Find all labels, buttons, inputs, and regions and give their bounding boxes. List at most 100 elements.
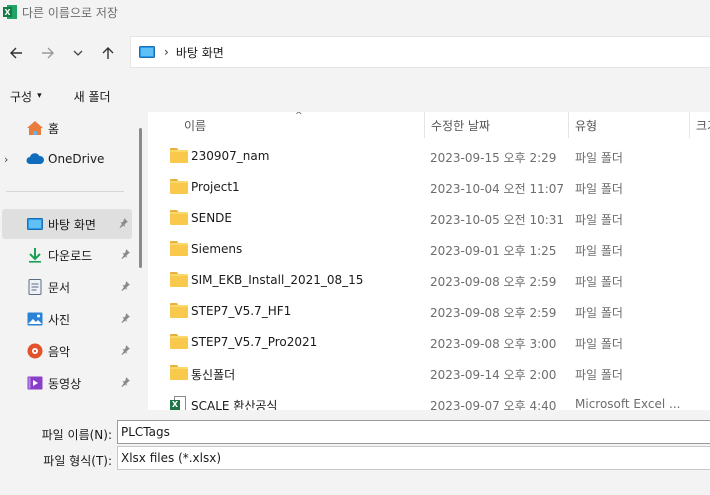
pin-icon bbox=[120, 376, 130, 390]
file-row[interactable]: SENDE 2023-10-05 오전 10:31 파일 폴더 bbox=[148, 203, 710, 234]
back-button[interactable] bbox=[0, 37, 32, 69]
file-row[interactable]: Project1 2023-10-04 오전 11:07 파일 폴더 bbox=[148, 172, 710, 203]
file-date: 2023-09-07 오후 4:40 bbox=[430, 399, 557, 410]
filename-value: PLCTags bbox=[121, 425, 170, 439]
folder-icon bbox=[170, 179, 188, 195]
sidebar-item-videos[interactable]: 동영상 bbox=[0, 368, 134, 398]
sidebar-item-pictures[interactable]: 사진 bbox=[0, 304, 134, 334]
sidebar-item-label: OneDrive bbox=[48, 152, 105, 166]
organize-button[interactable]: 구성 ▾ bbox=[0, 82, 52, 110]
file-type: 파일 폴더 bbox=[575, 182, 623, 196]
pin-icon bbox=[120, 280, 130, 294]
filetype-select[interactable]: Xlsx files (*.xlsx) bbox=[117, 446, 710, 470]
file-row[interactable]: Siemens 2023-09-01 오후 1:25 파일 폴더 bbox=[148, 234, 710, 265]
recent-locations-button[interactable] bbox=[66, 37, 90, 69]
file-name: SIM_EKB_Install_2021_08_15 bbox=[191, 273, 364, 287]
file-row[interactable]: STEP7_V5.7_HF1 2023-09-08 오후 2:59 파일 폴더 bbox=[148, 296, 710, 327]
pin-icon bbox=[120, 248, 130, 262]
file-date: 2023-09-08 오후 2:59 bbox=[430, 306, 557, 320]
sidebar-item-documents[interactable]: 문서 bbox=[0, 272, 134, 302]
filename-label: 파일 이름(N): bbox=[41, 428, 112, 442]
file-type: 파일 폴더 bbox=[575, 244, 623, 258]
folder-icon bbox=[170, 303, 188, 319]
file-name: SCALE 환산공식 bbox=[191, 399, 278, 410]
folder-icon bbox=[170, 241, 188, 257]
file-type: 파일 폴더 bbox=[575, 151, 623, 165]
file-date: 2023-09-14 오후 2:00 bbox=[430, 368, 557, 382]
pin-icon bbox=[120, 312, 130, 326]
sidebar-item-desktop[interactable]: 바탕 화면 bbox=[2, 209, 132, 239]
column-header-date[interactable]: 수정한 날짜 bbox=[425, 112, 568, 138]
title-bar: X 다른 이름으로 저장 bbox=[0, 0, 710, 24]
breadcrumb-desktop[interactable]: 바탕 화면 bbox=[176, 44, 224, 61]
file-name: STEP7_V5.7_Pro2021 bbox=[191, 335, 318, 349]
file-date: 2023-09-01 오후 1:25 bbox=[430, 244, 557, 258]
file-list: ^ 이름 수정한 날짜 유형 크기 230907_nam 2023-09-15 … bbox=[148, 112, 710, 410]
column-header-label: 이름 bbox=[184, 118, 207, 133]
sidebar-item-label: 다운로드 bbox=[48, 248, 93, 263]
file-date: 2023-09-08 오후 3:00 bbox=[430, 337, 557, 351]
pictures-icon bbox=[26, 310, 44, 328]
file-name: 230907_nam bbox=[191, 149, 270, 163]
column-header-size[interactable]: 크기 bbox=[690, 112, 710, 138]
sidebar-item-downloads[interactable]: 다운로드 bbox=[0, 240, 134, 270]
folder-icon bbox=[170, 210, 188, 226]
sidebar-scrollbar[interactable] bbox=[139, 128, 142, 268]
sidebar-item-label: 사진 bbox=[48, 312, 71, 327]
file-type: Microsoft Excel ... bbox=[575, 397, 681, 410]
column-header-label: 수정한 날짜 bbox=[431, 118, 491, 133]
file-date: 2023-10-04 오전 11:07 bbox=[430, 182, 565, 196]
up-button[interactable] bbox=[92, 37, 124, 69]
file-name: Siemens bbox=[191, 242, 243, 256]
arrow-left-icon bbox=[10, 47, 22, 59]
forward-button[interactable] bbox=[32, 37, 64, 69]
file-name: STEP7_V5.7_HF1 bbox=[191, 304, 292, 318]
caret-down-icon: ▾ bbox=[37, 91, 42, 101]
folder-icon bbox=[170, 365, 188, 381]
folder-icon bbox=[170, 334, 188, 350]
sidebar-item-label: 음악 bbox=[48, 344, 71, 359]
filename-input[interactable]: PLCTags bbox=[117, 420, 710, 444]
sidebar-item-label: 동영상 bbox=[48, 376, 82, 391]
desktop-icon bbox=[26, 215, 44, 233]
file-row[interactable]: SIM_EKB_Install_2021_08_15 2023-09-08 오후… bbox=[148, 265, 710, 296]
file-type: 파일 폴더 bbox=[575, 213, 623, 227]
file-row[interactable]: X SCALE 환산공식 2023-09-07 오후 4:40 Microsof… bbox=[148, 389, 710, 410]
window-title: 다른 이름으로 저장 bbox=[22, 5, 118, 20]
new-folder-label: 새 폴더 bbox=[73, 89, 111, 104]
file-row[interactable]: 230907_nam 2023-09-15 오후 2:29 파일 폴더 bbox=[148, 141, 710, 172]
sidebar-item-music[interactable]: 음악 bbox=[0, 336, 134, 366]
folder-icon bbox=[170, 272, 188, 288]
home-icon bbox=[26, 119, 44, 137]
sidebar-item-label: 홈 bbox=[48, 121, 60, 136]
file-date: 2023-10-05 오전 10:31 bbox=[430, 213, 565, 227]
document-icon bbox=[26, 278, 44, 296]
arrow-up-icon bbox=[102, 47, 114, 59]
sidebar-item-home[interactable]: 홈 bbox=[0, 113, 134, 143]
pin-icon bbox=[120, 344, 130, 358]
filetype-value: Xlsx files (*.xlsx) bbox=[121, 451, 222, 465]
onedrive-cloud-icon bbox=[26, 150, 44, 168]
column-header-name[interactable]: 이름 bbox=[148, 112, 424, 138]
save-form: 파일 이름(N): PLCTags 파일 형식(T): Xlsx files (… bbox=[0, 410, 710, 495]
file-type: 파일 폴더 bbox=[575, 337, 623, 351]
excel-app-icon: X bbox=[2, 4, 18, 20]
new-folder-button[interactable]: 새 폴더 bbox=[64, 82, 121, 110]
sidebar-item-label: 문서 bbox=[48, 280, 71, 295]
address-bar[interactable]: › 바탕 화면 bbox=[130, 36, 710, 68]
command-bar: 구성 ▾ 새 폴더 bbox=[0, 80, 710, 112]
arrow-right-icon bbox=[42, 47, 54, 59]
desktop-icon bbox=[139, 46, 155, 58]
file-row[interactable]: STEP7_V5.7_Pro2021 2023-09-08 오후 3:00 파일… bbox=[148, 327, 710, 358]
music-icon bbox=[26, 342, 44, 360]
column-header-type[interactable]: 유형 bbox=[569, 112, 689, 138]
file-row[interactable]: 통신폴더 2023-09-14 오후 2:00 파일 폴더 bbox=[148, 358, 710, 389]
file-type: 파일 폴더 bbox=[575, 368, 623, 382]
sidebar-item-onedrive[interactable]: › OneDrive bbox=[0, 144, 134, 174]
file-name: SENDE bbox=[191, 211, 232, 225]
download-icon bbox=[26, 246, 44, 264]
chevron-right-icon[interactable]: › bbox=[4, 153, 8, 166]
breadcrumb-separator[interactable]: › bbox=[164, 45, 169, 59]
file-type: 파일 폴더 bbox=[575, 275, 623, 289]
file-name: 통신폴더 bbox=[191, 368, 236, 382]
